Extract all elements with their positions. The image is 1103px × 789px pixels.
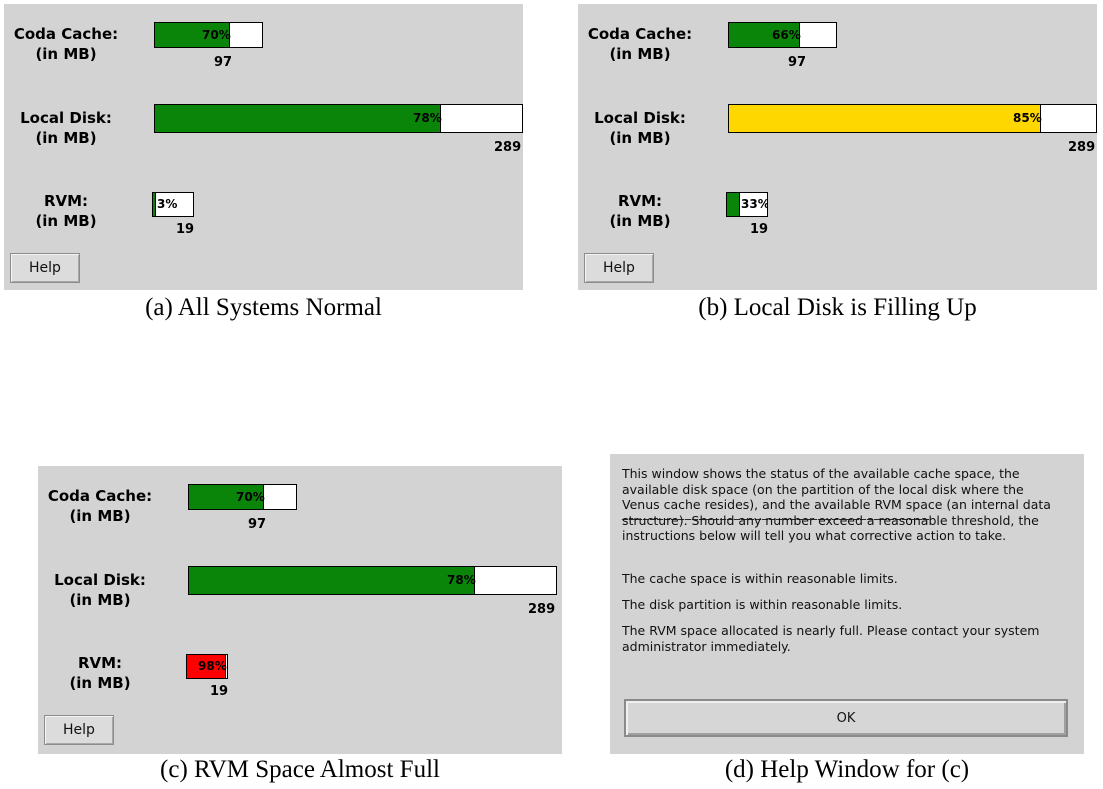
meter-percent: 78% [413,111,442,125]
meter-total-local-disk: 289 [494,140,522,155]
meter-fill [189,567,475,594]
meter-fill [729,105,1041,132]
meter-total-coda-cache: 97 [214,55,233,70]
meter-total-coda-cache: 97 [248,517,267,532]
meter-bar-rvm: 98% [186,654,228,679]
meter-percent: 78% [447,573,476,587]
meter-percent: 70% [202,28,231,42]
meter-name: Local Disk: [54,571,146,589]
meter-total-local-disk: 289 [528,602,556,617]
meter-percent: 70% [236,490,265,504]
meter-label-local-disk: Local Disk: (in MB) [10,108,122,148]
caption-a: (a) All Systems Normal [145,294,382,321]
meter-total-rvm: 19 [176,222,195,237]
help-button[interactable]: Help [44,715,114,745]
meter-name: Coda Cache: [587,25,693,43]
meter-total-coda-cache: 97 [788,55,807,70]
meter-unit: (in MB) [35,129,97,147]
meter-label-local-disk: Local Disk: (in MB) [44,570,156,610]
meter-label-rvm: RVM: (in MB) [10,191,122,231]
caption-c: (c) RVM Space Almost Full [160,756,440,783]
meter-label-coda-cache: Coda Cache: (in MB) [44,486,156,526]
meter-bar-coda-cache: 70% [154,22,263,48]
help-disk-status: The disk partition is within reasonable … [622,597,903,612]
meter-label-coda-cache: Coda Cache: (in MB) [10,24,122,64]
meter-bar-rvm: 3% [152,192,194,217]
meter-label-rvm: RVM: (in MB) [584,191,696,231]
meter-unit: (in MB) [35,212,97,230]
meter-percent: 33% [741,197,768,211]
help-intro-text: This window shows the status of the avai… [622,466,1051,543]
meter-name: RVM: [77,654,123,672]
meter-unit: (in MB) [69,674,131,692]
meter-percent: 98% [198,659,227,673]
caption-b: (b) Local Disk is Filling Up [698,294,977,321]
meter-label-coda-cache: Coda Cache: (in MB) [584,24,696,64]
meter-name: RVM: [617,192,663,210]
meter-label-rvm: RVM: (in MB) [44,653,156,693]
meter-name: Local Disk: [20,109,112,127]
meter-bar-local-disk: 78% [154,104,523,133]
help-cache-status: The cache space is within reasonable lim… [622,571,898,586]
meter-unit: (in MB) [69,591,131,609]
ok-button[interactable]: OK [624,699,1068,737]
meter-total-local-disk: 289 [1068,140,1096,155]
caption-d: (d) Help Window for (c) [724,756,970,783]
help-button[interactable]: Help [10,253,80,283]
meter-unit: (in MB) [609,129,671,147]
help-window: This window shows the status of the avai… [610,454,1084,754]
meter-bar-rvm: 33% [726,192,768,217]
meter-unit: (in MB) [69,507,131,525]
meter-bar-local-disk: 85% [728,104,1097,133]
meter-name: Coda Cache: [47,487,153,505]
meter-fill [727,193,740,216]
meter-unit: (in MB) [35,45,97,63]
help-separator: ________________________________________… [622,506,930,520]
meter-name: RVM: [43,192,89,210]
meter-name: Local Disk: [594,109,686,127]
meter-bar-local-disk: 78% [188,566,557,595]
help-button[interactable]: Help [584,253,654,283]
meter-bar-coda-cache: 66% [728,22,837,48]
meter-unit: (in MB) [609,45,671,63]
help-rvm-status: The RVM space allocated is nearly full. … [622,623,1040,654]
meter-unit: (in MB) [609,212,671,230]
meter-percent: 66% [772,28,801,42]
meter-total-rvm: 19 [750,222,769,237]
meter-total-rvm: 19 [210,684,229,699]
meter-fill [155,105,441,132]
meter-percent: 85% [1013,111,1042,125]
meter-bar-coda-cache: 70% [188,484,297,510]
meter-percent: 3% [157,197,178,211]
meter-label-local-disk: Local Disk: (in MB) [584,108,696,148]
meter-fill [153,193,156,216]
meter-name: Coda Cache: [13,25,119,43]
